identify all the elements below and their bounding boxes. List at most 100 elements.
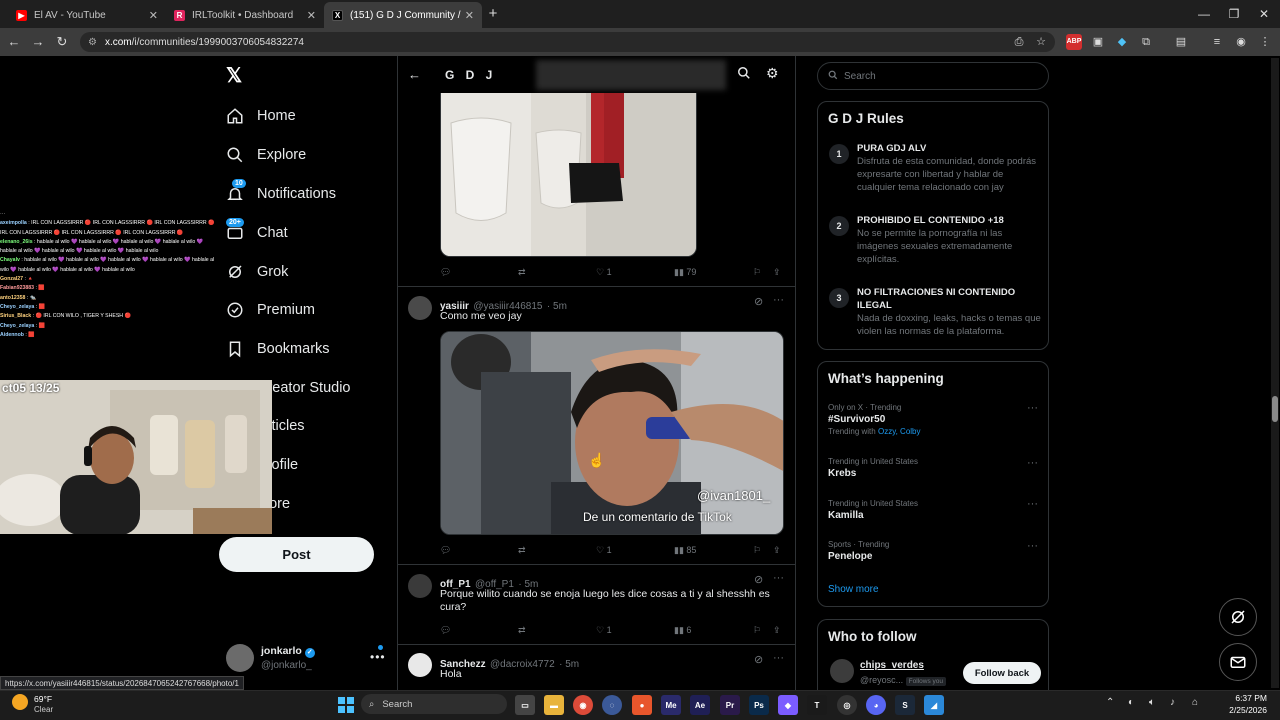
trend-item[interactable]: Only on X · Trending #Survivor50 Trendin… xyxy=(828,403,1040,436)
close-window-icon[interactable]: ✕ xyxy=(1251,5,1277,23)
bookmark-icon[interactable]: ⚐ xyxy=(753,267,761,278)
weather-temp[interactable]: 69°F xyxy=(34,694,52,704)
repost-icon[interactable]: ⇄ xyxy=(518,545,526,556)
site-info-icon[interactable]: ⚙ xyxy=(88,37,97,48)
trend-item[interactable]: Sports · Trending Penelope xyxy=(828,540,1040,562)
new-tab-icon[interactable]: + xyxy=(484,5,502,23)
like-button[interactable]: ♡ 1 xyxy=(596,545,612,556)
messages-fab-button[interactable] xyxy=(1219,643,1257,681)
app-icon[interactable]: ◢ xyxy=(924,695,944,715)
chrome-icon[interactable]: ◉ xyxy=(573,695,593,715)
trend-with-link[interactable]: Ozzy, Colby xyxy=(878,427,921,436)
bookmark-star-icon[interactable]: ☆ xyxy=(1033,34,1049,50)
more-options-icon[interactable]: ··· xyxy=(1027,402,1038,414)
share-icon[interactable]: ⇪ xyxy=(773,545,781,556)
premiere-pro-icon[interactable]: Pr xyxy=(720,695,740,715)
network-icon[interactable]: ⌂ xyxy=(1192,697,1198,708)
more-options-icon[interactable]: ··· xyxy=(773,572,784,584)
tray-chevron-icon[interactable]: ⌃ xyxy=(1106,697,1114,708)
clock-time[interactable]: 6:37 PM xyxy=(1223,693,1267,703)
forward-icon[interactable]: → xyxy=(29,33,47,51)
media-encoder-icon[interactable]: Me xyxy=(661,695,681,715)
more-options-icon[interactable]: ··· xyxy=(1027,498,1038,510)
restore-icon[interactable]: ❐ xyxy=(1221,5,1247,23)
views-button[interactable]: ▮▮ 6 xyxy=(674,625,691,636)
nav-grok[interactable]: Grok xyxy=(226,257,288,287)
share-icon[interactable]: ⇪ xyxy=(773,625,781,636)
nav-bookmarks[interactable]: Bookmarks xyxy=(226,334,330,364)
more-options-icon[interactable]: ··· xyxy=(1027,540,1038,552)
post-time[interactable]: · 5m xyxy=(547,301,567,312)
extension-icon[interactable]: ▣ xyxy=(1090,34,1106,50)
search-icon[interactable] xyxy=(737,66,751,85)
tab-youtube[interactable]: ▶ El AV - YouTube ✕ xyxy=(8,2,166,28)
after-effects-icon[interactable]: Ae xyxy=(690,695,710,715)
menu-icon[interactable]: ⋮ xyxy=(1257,34,1273,50)
show-more-link[interactable]: Show more xyxy=(828,584,879,595)
reload-icon[interactable]: ↻ xyxy=(53,33,71,51)
file-explorer-icon[interactable]: ▬ xyxy=(544,695,564,715)
account-name[interactable]: jonkarlo ✓ xyxy=(261,645,315,658)
windows-start-icon[interactable] xyxy=(336,695,356,715)
tab-irltoolkit[interactable]: R IRLToolkit • Dashboard ✕ xyxy=(166,2,324,28)
nav-home[interactable]: Home xyxy=(226,101,296,131)
share-icon[interactable]: ⇪ xyxy=(773,267,781,278)
more-options-icon[interactable]: ··· xyxy=(1027,457,1038,469)
repost-icon[interactable]: ⇄ xyxy=(518,625,526,636)
discord-icon[interactable]: ◕ xyxy=(866,695,886,715)
grok-icon[interactable]: ⊘ xyxy=(754,573,763,586)
nav-premium[interactable]: Premium xyxy=(226,295,315,325)
bookmark-icon[interactable]: ⚐ xyxy=(753,625,761,636)
grok-icon[interactable]: ⊘ xyxy=(754,653,763,666)
clock-date[interactable]: 2/25/2026 xyxy=(1223,705,1267,715)
media-icon[interactable]: ≡ xyxy=(1209,34,1225,50)
post-time[interactable]: · 5m xyxy=(559,659,579,670)
avatar[interactable] xyxy=(408,296,432,320)
photoshop-icon[interactable]: Ps xyxy=(749,695,769,715)
taskbar-search[interactable]: ⌕ Search xyxy=(361,694,507,714)
volume-icon[interactable]: 🔈︎ xyxy=(1149,697,1155,708)
close-icon[interactable]: ✕ xyxy=(307,9,316,22)
trend-item[interactable]: Trending in United States Kamilla xyxy=(828,499,1040,521)
bookmark-icon[interactable]: ⚐ xyxy=(753,545,761,556)
scrollbar[interactable] xyxy=(1271,58,1279,688)
like-button[interactable]: ♡ 1 xyxy=(596,267,612,278)
scrollbar-thumb[interactable] xyxy=(1272,396,1278,422)
views-button[interactable]: ▮▮ 79 xyxy=(674,267,696,278)
post-media-image[interactable] xyxy=(440,93,697,257)
more-options-icon[interactable]: ··· xyxy=(773,652,784,664)
reply-icon[interactable]: 💬︎ xyxy=(440,267,451,278)
app-icon[interactable]: T xyxy=(807,695,827,715)
app-icon[interactable]: ◆ xyxy=(778,695,798,715)
tray-app-icon[interactable]: ◐ xyxy=(1128,697,1134,708)
task-view-icon[interactable]: ▭ xyxy=(515,695,535,715)
suggested-user-name[interactable]: chips_verdes xyxy=(860,660,924,671)
back-arrow-icon[interactable]: ← xyxy=(408,67,421,82)
install-app-icon[interactable]: ⎙ xyxy=(1011,34,1027,50)
mic-icon[interactable]: ♪ xyxy=(1170,697,1175,708)
obs-icon[interactable]: ◎ xyxy=(837,695,857,715)
trend-item[interactable]: Trending in United States Krebs xyxy=(828,457,1040,479)
x-logo-icon[interactable]: 𝕏 xyxy=(226,66,246,86)
post[interactable]: yasiiir @yasiiir446815 · 5m ⊘ ··· Como m… xyxy=(398,286,795,564)
nav-chat[interactable]: 20+ Chat xyxy=(226,218,288,248)
rule-item[interactable]: PROHIBIDO EL CONTENIDO +18 No se permite… xyxy=(857,214,1042,266)
nav-explore[interactable]: Explore xyxy=(226,140,306,170)
search-input[interactable]: Search xyxy=(817,62,1049,90)
repost-icon[interactable]: ⇄ xyxy=(518,267,526,278)
rule-item[interactable]: NO FILTRACIONES NI CONTENIDO ILEGAL Nada… xyxy=(857,286,1042,338)
avatar[interactable] xyxy=(226,644,254,672)
reply-icon[interactable]: 💬︎ xyxy=(440,625,451,636)
extensions-puzzle-icon[interactable]: ⧉ xyxy=(1138,34,1154,50)
profile-icon[interactable]: ◉ xyxy=(1233,34,1249,50)
app-icon[interactable]: ◌ xyxy=(602,695,622,715)
account-menu-icon[interactable]: ••• xyxy=(370,650,386,664)
close-icon[interactable]: ✕ xyxy=(149,9,158,22)
app-icon[interactable]: ● xyxy=(632,695,652,715)
grok-fab-button[interactable] xyxy=(1219,598,1257,636)
steam-icon[interactable]: S xyxy=(895,695,915,715)
nav-notifications[interactable]: 10 Notifications xyxy=(226,179,336,209)
avatar[interactable] xyxy=(408,574,432,598)
minimize-icon[interactable]: — xyxy=(1191,5,1217,23)
adblock-extension-icon[interactable]: ABP xyxy=(1066,34,1082,50)
